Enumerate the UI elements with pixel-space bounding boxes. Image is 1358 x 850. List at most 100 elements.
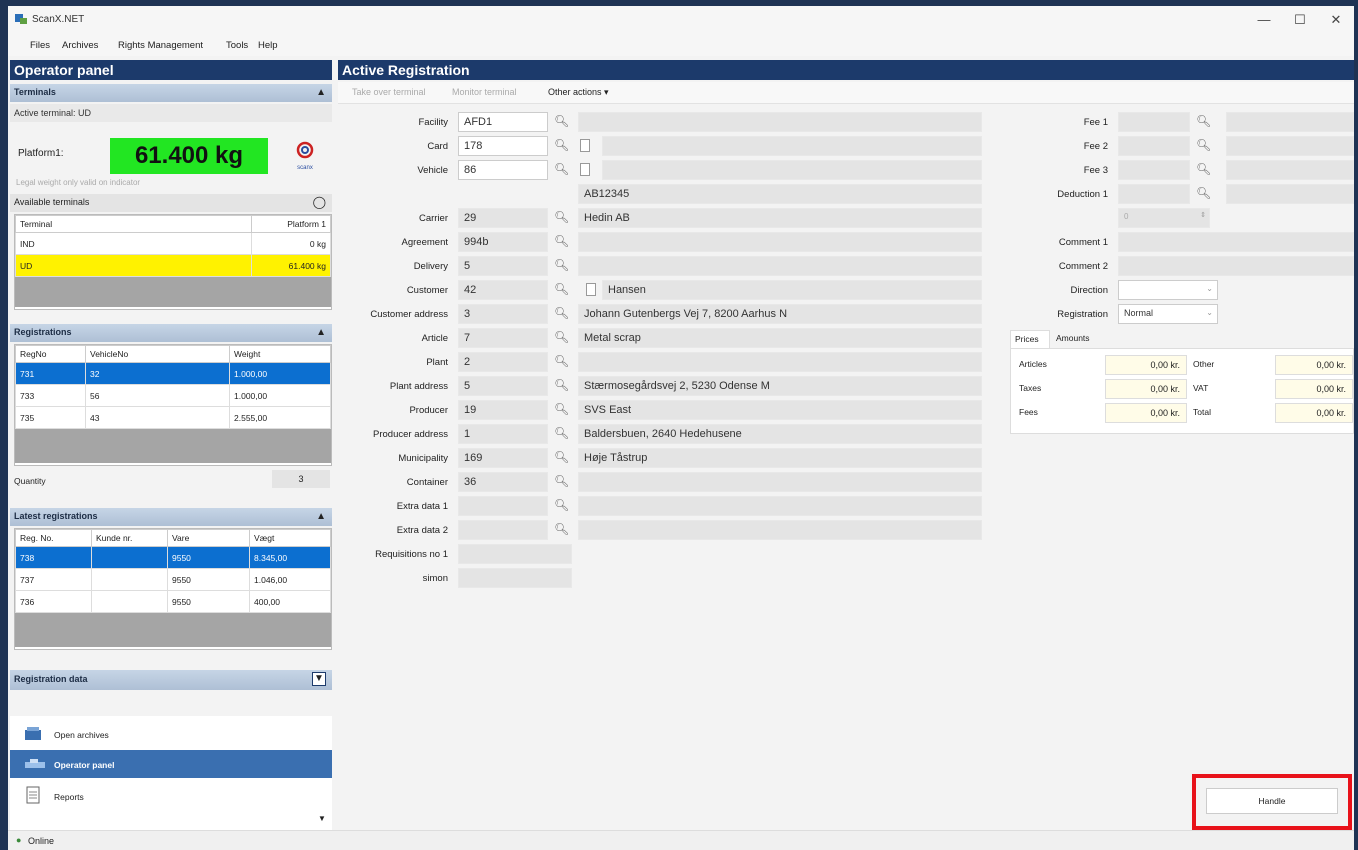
search-icon[interactable]: 🔍︎: [554, 282, 569, 296]
field-6-code[interactable]: 5: [458, 256, 548, 276]
field-14-code[interactable]: 169: [458, 448, 548, 468]
field-0-text: [578, 112, 982, 132]
fee2-text[interactable]: [1226, 136, 1354, 156]
fee2-label: Fee 2: [1083, 141, 1108, 152]
field-7-code[interactable]: 42: [458, 280, 548, 300]
table-row[interactable]: UD 61.400 kg: [15, 254, 331, 277]
table-row[interactable]: 735 43 2.555,00: [15, 406, 331, 429]
scroll-down-icon[interactable]: ▼: [318, 814, 326, 823]
close-button[interactable]: ✕: [1318, 8, 1354, 32]
search-icon[interactable]: 🔍︎: [554, 498, 569, 512]
field-16-code[interactable]: [458, 496, 548, 516]
field-4-code[interactable]: 29: [458, 208, 548, 228]
table-row[interactable]: 738 9550 8.345,00: [15, 546, 331, 569]
field-1-code[interactable]: 178: [458, 136, 548, 156]
field-7-text: Hansen: [602, 280, 982, 300]
field-19-code[interactable]: [458, 568, 572, 588]
search-icon[interactable]: 🔍︎: [554, 354, 569, 368]
field-18-code[interactable]: [458, 544, 572, 564]
search-icon[interactable]: 🔍︎: [554, 114, 569, 128]
deduction1-code[interactable]: [1118, 184, 1190, 204]
table-row[interactable]: 731 32 1.000,00: [15, 362, 331, 385]
minimize-button[interactable]: —: [1246, 8, 1282, 32]
spinner-arrows-icon[interactable]: ⇕: [1200, 211, 1206, 219]
vehicle-cell: 32: [85, 362, 230, 385]
document-icon[interactable]: [580, 163, 590, 176]
search-icon[interactable]: 🔍︎: [554, 378, 569, 392]
field-10-code[interactable]: 2: [458, 352, 548, 372]
field-3-text: AB12345: [578, 184, 982, 204]
search-icon[interactable]: 🔍︎: [554, 306, 569, 320]
fee1-code[interactable]: [1118, 112, 1190, 132]
search-icon[interactable]: 🔍︎: [554, 474, 569, 488]
fee3-text[interactable]: [1226, 160, 1354, 180]
table-row[interactable]: 736 9550 400,00: [15, 590, 331, 613]
field-12-code[interactable]: 19: [458, 400, 548, 420]
search-icon[interactable]: 🔍︎: [554, 162, 569, 176]
field-13-code[interactable]: 1: [458, 424, 548, 444]
terminals-header[interactable]: Terminals ▲: [10, 84, 332, 102]
field-2-code[interactable]: 86: [458, 160, 548, 180]
document-icon[interactable]: [580, 139, 590, 152]
registration-type-select[interactable]: Normal ⌄: [1118, 304, 1218, 324]
direction-select[interactable]: ⌄: [1118, 280, 1218, 300]
table-row[interactable]: 733 56 1.000,00: [15, 384, 331, 407]
tab-prices[interactable]: Prices: [1010, 330, 1050, 348]
field-17-code[interactable]: [458, 520, 548, 540]
search-icon[interactable]: 🔍︎: [554, 330, 569, 344]
menu-rights-management[interactable]: Rights Management: [118, 40, 203, 51]
maximize-button[interactable]: ☐: [1282, 8, 1318, 32]
search-icon[interactable]: 🔍︎: [554, 522, 569, 536]
table-row[interactable]: IND 0 kg: [15, 232, 331, 255]
menu-help[interactable]: Help: [258, 40, 278, 51]
field-11-code[interactable]: 5: [458, 376, 548, 396]
registration-data-header[interactable]: Registration data ▼: [10, 670, 332, 690]
table-row[interactable]: 737 9550 1.046,00: [15, 568, 331, 591]
vat-label: VAT: [1193, 383, 1209, 393]
fee2-code[interactable]: [1118, 136, 1190, 156]
latest-registrations-header[interactable]: Latest registrations ▲: [10, 508, 332, 526]
comment2-input[interactable]: [1118, 256, 1354, 276]
search-icon[interactable]: 🔍︎: [554, 402, 569, 416]
taxes-label: Taxes: [1019, 383, 1042, 393]
chevron-down-icon[interactable]: ▼: [312, 672, 326, 686]
document-icon[interactable]: [586, 283, 596, 296]
nav-reports[interactable]: Reports: [10, 782, 332, 810]
terminal-cell: UD: [15, 254, 252, 277]
search-icon[interactable]: 🔍︎: [554, 450, 569, 464]
field-9-code[interactable]: 7: [458, 328, 548, 348]
nav-open-archives[interactable]: Open archives: [10, 720, 332, 748]
chevron-up-icon[interactable]: ▲: [316, 87, 326, 98]
field-5-code[interactable]: 994b: [458, 232, 548, 252]
fee1-text[interactable]: [1226, 112, 1354, 132]
deduction-amount-spinner[interactable]: 0 ⇕: [1118, 208, 1210, 228]
search-icon[interactable]: 🔍︎: [554, 210, 569, 224]
menu-archives[interactable]: Archives: [62, 40, 98, 51]
field-15-code[interactable]: 36: [458, 472, 548, 492]
tab-amounts[interactable]: Amounts: [1050, 330, 1106, 348]
chevron-up-icon[interactable]: ▲: [316, 327, 326, 338]
search-icon[interactable]: 🔍︎: [1196, 138, 1211, 152]
handle-button[interactable]: Handle: [1206, 788, 1338, 814]
terminals-table: Terminal Platform 1 IND 0 kg UD 61.400 k…: [15, 215, 331, 277]
search-icon[interactable]: 🔍︎: [1196, 162, 1211, 176]
fee3-code[interactable]: [1118, 160, 1190, 180]
field-8-code[interactable]: 3: [458, 304, 548, 324]
field-0-code[interactable]: AFD1: [458, 112, 548, 132]
search-icon[interactable]: 🔍︎: [554, 258, 569, 272]
search-icon[interactable]: 🔍︎: [554, 234, 569, 248]
title-bar: ScanX.NET — ☐ ✕: [8, 6, 1354, 34]
deduction1-text[interactable]: [1226, 184, 1354, 204]
comment1-input[interactable]: [1118, 232, 1354, 252]
search-icon[interactable]: 🔍︎: [1196, 186, 1211, 200]
search-icon[interactable]: 🔍︎: [554, 426, 569, 440]
settings-circle-icon[interactable]: ◯: [313, 195, 326, 209]
search-icon[interactable]: 🔍︎: [554, 138, 569, 152]
menu-files[interactable]: Files: [30, 40, 50, 51]
registrations-header[interactable]: Registrations ▲: [10, 324, 332, 342]
search-icon[interactable]: 🔍︎: [1196, 114, 1211, 128]
nav-operator-panel[interactable]: Operator panel: [10, 750, 332, 778]
regno-cell: 737: [15, 568, 92, 591]
chevron-up-icon[interactable]: ▲: [316, 511, 326, 522]
menu-tools[interactable]: Tools: [226, 40, 248, 51]
